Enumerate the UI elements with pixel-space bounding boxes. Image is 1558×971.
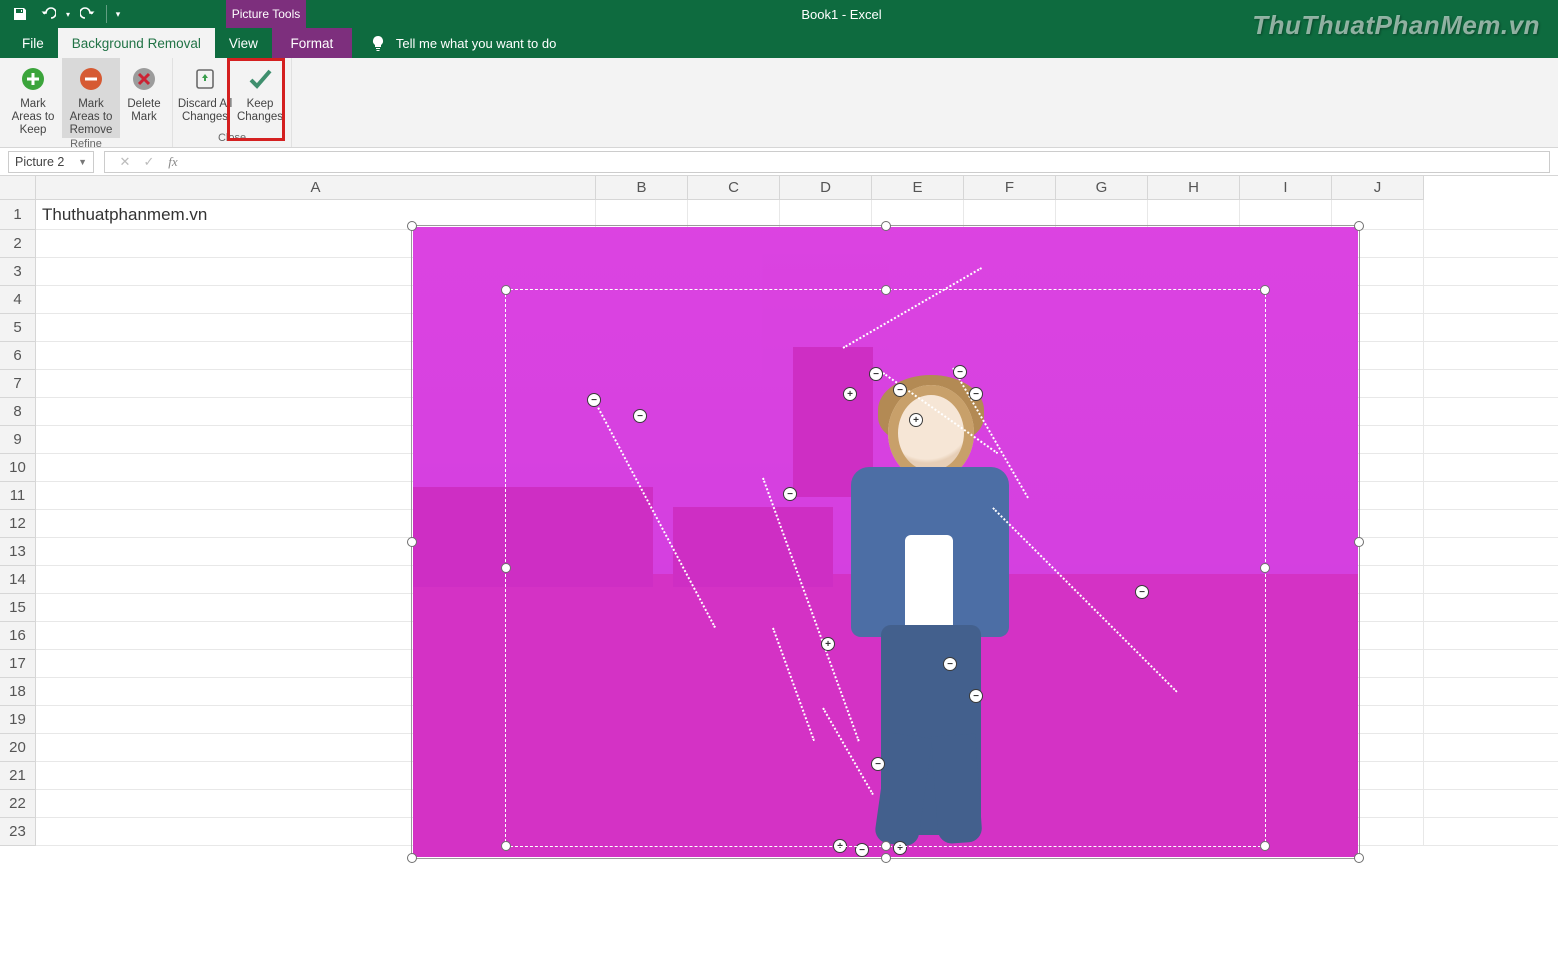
ribbon-group-refine: Mark Areas to Keep Mark Areas to Remove … bbox=[0, 58, 173, 147]
row-header-3[interactable]: 3 bbox=[0, 258, 36, 286]
row-header-14[interactable]: 14 bbox=[0, 566, 36, 594]
watermark-text: ThuThuatPhanMem.vn bbox=[1252, 10, 1540, 41]
row-header-21[interactable]: 21 bbox=[0, 762, 36, 790]
row-header-20[interactable]: 20 bbox=[0, 734, 36, 762]
ribbon-group-close: Discard All Changes Keep Changes Close bbox=[173, 58, 292, 147]
tab-background-removal[interactable]: Background Removal bbox=[58, 28, 215, 58]
fx-icon[interactable]: fx bbox=[161, 151, 185, 173]
row-headers: 1234567891011121314151617181920212223 bbox=[0, 200, 36, 846]
row-header-10[interactable]: 10 bbox=[0, 454, 36, 482]
keep-changes-button[interactable]: Keep Changes bbox=[233, 58, 287, 132]
row-header-5[interactable]: 5 bbox=[0, 314, 36, 342]
row-header-2[interactable]: 2 bbox=[0, 230, 36, 258]
row-header-23[interactable]: 23 bbox=[0, 818, 36, 846]
minus-circle-icon bbox=[76, 64, 106, 94]
col-header-D[interactable]: D bbox=[780, 176, 872, 200]
name-box-value: Picture 2 bbox=[15, 155, 64, 169]
resize-handle[interactable] bbox=[881, 221, 891, 231]
discard-all-changes-button[interactable]: Discard All Changes bbox=[177, 58, 233, 132]
picture-object[interactable] bbox=[413, 227, 1358, 857]
row-header-19[interactable]: 19 bbox=[0, 706, 36, 734]
delete-mark-icon bbox=[129, 64, 159, 94]
col-header-E[interactable]: E bbox=[872, 176, 964, 200]
select-all-corner[interactable] bbox=[0, 176, 36, 200]
lightbulb-icon bbox=[370, 35, 386, 51]
col-header-H[interactable]: H bbox=[1148, 176, 1240, 200]
row-header-16[interactable]: 16 bbox=[0, 622, 36, 650]
context-tool-label: Picture Tools bbox=[226, 0, 306, 28]
quick-access-toolbar: ▾ ▾ bbox=[0, 0, 125, 28]
customize-qat-icon[interactable]: ▾ bbox=[111, 0, 125, 28]
row-header-7[interactable]: 7 bbox=[0, 370, 36, 398]
row-header-1[interactable]: 1 bbox=[0, 200, 36, 230]
col-header-G[interactable]: G bbox=[1056, 176, 1148, 200]
row-header-18[interactable]: 18 bbox=[0, 678, 36, 706]
checkmark-icon bbox=[245, 64, 275, 94]
tab-view[interactable]: View bbox=[215, 28, 272, 58]
col-header-A[interactable]: A bbox=[36, 176, 596, 200]
tell-me[interactable]: Tell me what you want to do bbox=[352, 28, 556, 58]
name-box[interactable]: Picture 2 ▼ bbox=[8, 151, 94, 173]
undo-dropdown-icon[interactable]: ▾ bbox=[62, 0, 74, 28]
resize-handle[interactable] bbox=[881, 853, 891, 863]
row-header-4[interactable]: 4 bbox=[0, 286, 36, 314]
row-header-12[interactable]: 12 bbox=[0, 510, 36, 538]
crop-marquee[interactable] bbox=[505, 289, 1266, 847]
tab-format[interactable]: Format bbox=[272, 28, 352, 58]
ribbon: Mark Areas to Keep Mark Areas to Remove … bbox=[0, 58, 1558, 148]
enter-icon[interactable]: ✓ bbox=[137, 151, 161, 173]
undo-icon[interactable] bbox=[34, 0, 62, 28]
col-header-C[interactable]: C bbox=[688, 176, 780, 200]
col-header-J[interactable]: J bbox=[1332, 176, 1424, 200]
col-header-B[interactable]: B bbox=[596, 176, 688, 200]
resize-handle[interactable] bbox=[407, 537, 417, 547]
formula-input[interactable] bbox=[185, 152, 1549, 172]
row-header-9[interactable]: 9 bbox=[0, 426, 36, 454]
tell-me-placeholder: Tell me what you want to do bbox=[396, 36, 556, 51]
delete-mark-button[interactable]: Delete Mark bbox=[120, 58, 168, 138]
group-label-close: Close bbox=[218, 132, 246, 147]
row-header-11[interactable]: 11 bbox=[0, 482, 36, 510]
row-header-13[interactable]: 13 bbox=[0, 538, 36, 566]
resize-handle[interactable] bbox=[407, 853, 417, 863]
resize-handle[interactable] bbox=[1354, 537, 1364, 547]
resize-handle[interactable] bbox=[1354, 221, 1364, 231]
redo-icon[interactable] bbox=[74, 0, 102, 28]
resize-handle[interactable] bbox=[407, 221, 417, 231]
mark-areas-to-keep-button[interactable]: Mark Areas to Keep bbox=[4, 58, 62, 138]
mark-areas-to-remove-button[interactable]: Mark Areas to Remove bbox=[62, 58, 120, 138]
row-header-8[interactable]: 8 bbox=[0, 398, 36, 426]
col-header-F[interactable]: F bbox=[964, 176, 1056, 200]
column-headers: A B C D E F G H I J bbox=[36, 176, 1558, 200]
recycle-icon bbox=[190, 64, 220, 94]
resize-handle[interactable] bbox=[1354, 853, 1364, 863]
formula-bar: Picture 2 ▼ ✕ ✓ fx bbox=[0, 148, 1558, 176]
chevron-down-icon[interactable]: ▼ bbox=[78, 157, 87, 167]
row-header-17[interactable]: 17 bbox=[0, 650, 36, 678]
row-header-22[interactable]: 22 bbox=[0, 790, 36, 818]
row-header-6[interactable]: 6 bbox=[0, 342, 36, 370]
formula-bar-wrapper: ✕ ✓ fx bbox=[104, 151, 1550, 173]
cancel-icon[interactable]: ✕ bbox=[113, 151, 137, 173]
plus-circle-icon bbox=[18, 64, 48, 94]
save-icon[interactable] bbox=[6, 0, 34, 28]
tab-file[interactable]: File bbox=[8, 28, 58, 58]
row-header-15[interactable]: 15 bbox=[0, 594, 36, 622]
col-header-I[interactable]: I bbox=[1240, 176, 1332, 200]
